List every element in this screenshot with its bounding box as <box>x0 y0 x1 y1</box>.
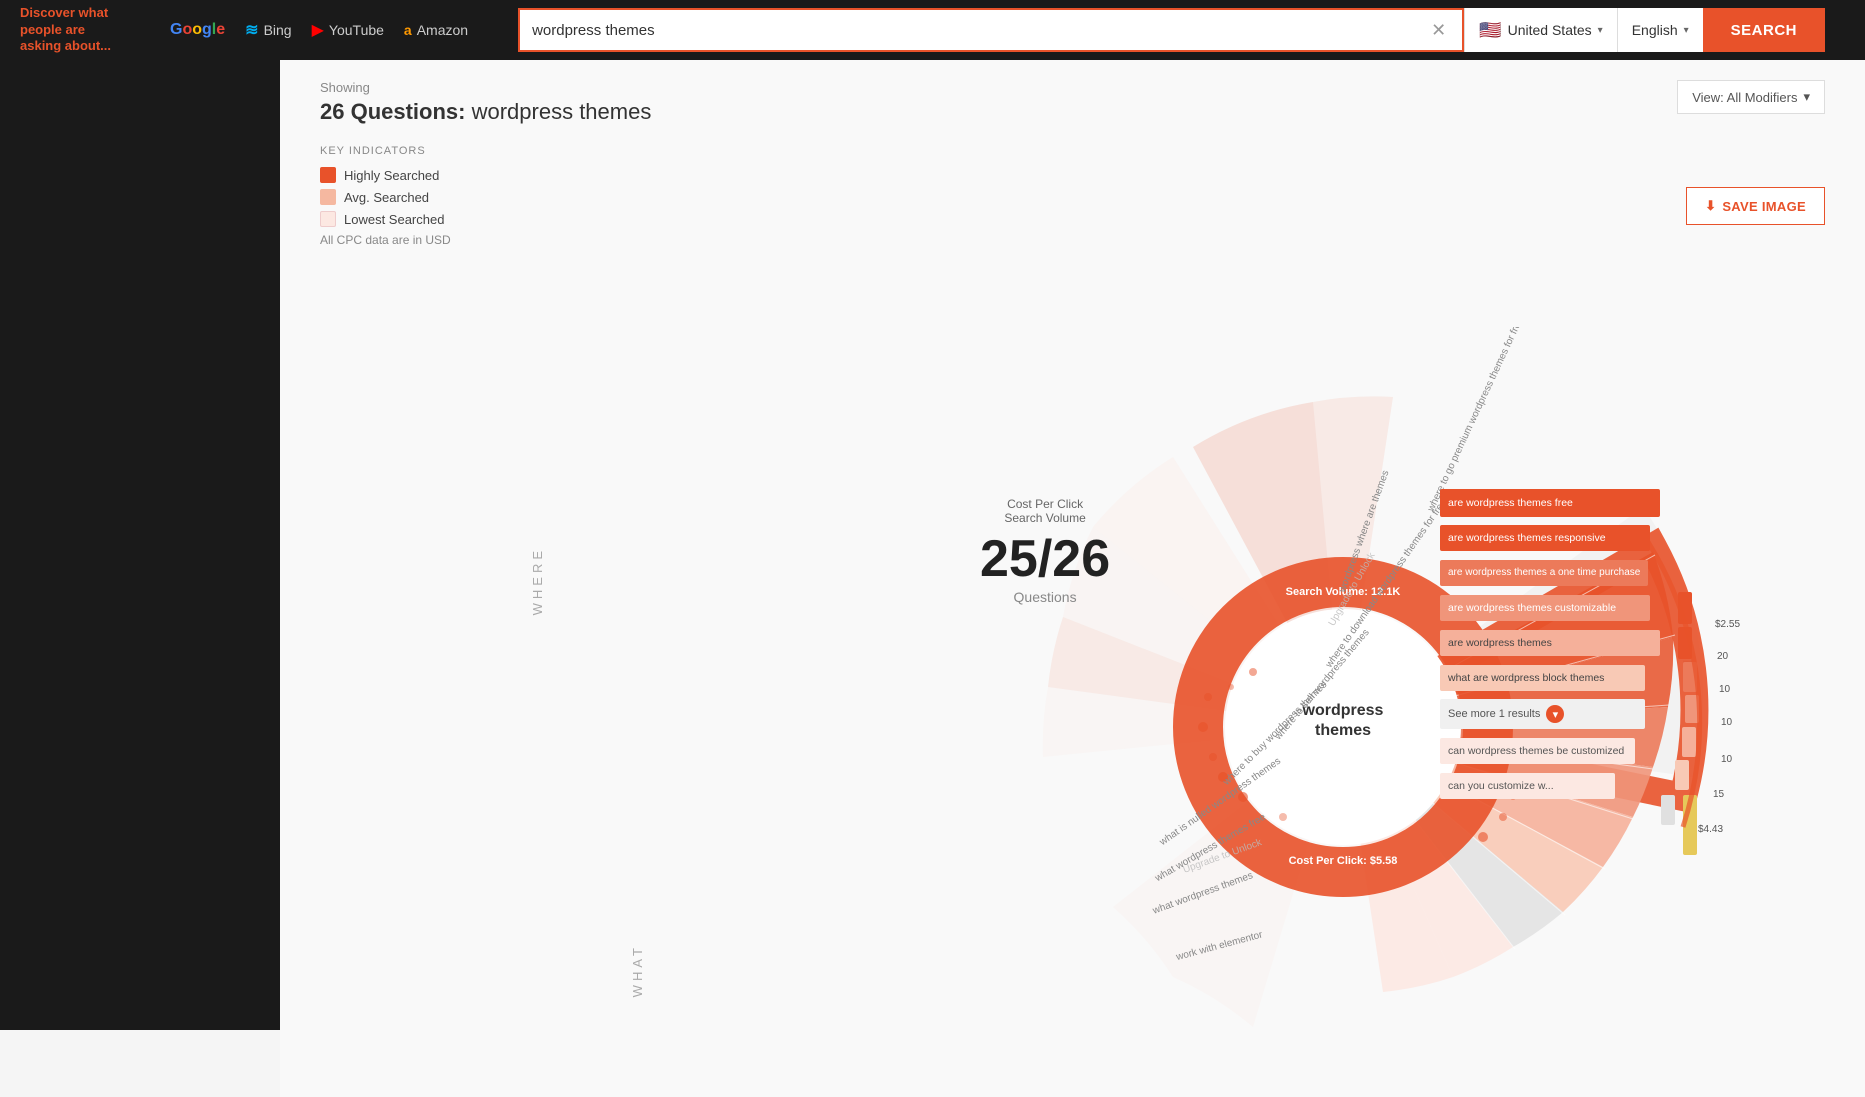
amazon-label: Amazon <box>417 22 468 38</box>
item-bar-0: are wordpress themes free <box>1440 489 1660 517</box>
query-text: wordpress themes <box>465 99 651 124</box>
sidebar <box>0 60 280 1030</box>
item-bar-4: are wordpress themes <box>1440 630 1660 656</box>
item-bar-3: are wordpress themes customizable <box>1440 595 1650 621</box>
lang-chevron-icon: ▾ <box>1684 25 1689 36</box>
view-modifier-label: View: All Modifiers <box>1692 90 1797 105</box>
download-icon: ⬇ <box>1705 198 1716 214</box>
svg-text:10: 10 <box>1719 684 1731 695</box>
svg-text:15: 15 <box>1713 789 1725 800</box>
item-bar-2: are wordpress themes a one time purchase <box>1440 560 1648 586</box>
viz-area: Cost Per Click Search Volume 25/26 Quest… <box>320 297 1825 1077</box>
right-labels: are wordpress themes free are wordpress … <box>1440 485 1660 803</box>
search-bar: ✕ <box>518 8 1464 52</box>
right-item-7: can you customize w... <box>1440 768 1660 803</box>
search-input[interactable] <box>532 22 1427 39</box>
nav-amazon[interactable]: a Amazon <box>404 20 468 40</box>
google-icon: Google <box>170 21 225 39</box>
nav-google[interactable]: Google <box>170 20 225 40</box>
save-image-label: SAVE IMAGE <box>1722 199 1806 214</box>
sv-label: Search Volume <box>980 511 1110 525</box>
low-indicator-icon <box>320 211 336 227</box>
see-more-label: See more 1 results <box>1448 708 1540 720</box>
content-header: Showing 26 Questions: wordpress themes V… <box>320 80 1825 125</box>
youtube-label: YouTube <box>329 22 384 38</box>
language-selector[interactable]: English ▾ <box>1617 8 1703 52</box>
ki-low-label: Lowest Searched <box>344 212 444 227</box>
what-label: WHAT <box>630 944 645 997</box>
cpc-note: All CPC data are in USD <box>320 233 451 247</box>
chart-fraction: 25/26 <box>980 533 1110 585</box>
us-flag-icon: 🇺🇸 <box>1479 20 1501 41</box>
save-image-button[interactable]: ⬇ SAVE IMAGE <box>1686 187 1825 225</box>
amazon-icon: a <box>404 22 412 38</box>
page-title: 26 Questions: wordpress themes <box>320 99 651 125</box>
brand-line1: Discover what <box>20 5 140 22</box>
see-more-icon: ▾ <box>1546 705 1564 723</box>
right-item-5: what are wordpress block themes <box>1440 660 1660 695</box>
country-chevron-icon: ▾ <box>1598 25 1603 36</box>
search-button[interactable]: SEARCH <box>1703 8 1825 52</box>
nav-links: Google ≋ Bing ▶ YouTube a Amazon <box>170 20 468 40</box>
view-modifier-button[interactable]: View: All Modifiers ▾ <box>1677 80 1825 114</box>
cpc-label: Cost Per Click <box>980 497 1110 511</box>
chart-center-labels: Cost Per Click Search Volume 25/26 Quest… <box>980 497 1110 605</box>
modifier-chevron-icon: ▾ <box>1803 89 1810 105</box>
right-item-6: can wordpress themes be customized <box>1440 733 1660 768</box>
nav-bing[interactable]: ≋ Bing <box>245 20 291 40</box>
language-label: English <box>1632 22 1678 38</box>
item-bar-5: what are wordpress block themes <box>1440 665 1645 691</box>
nav-youtube[interactable]: ▶ YouTube <box>312 20 384 40</box>
ki-title: KEY INDICATORS <box>320 145 451 157</box>
toolbar-row: KEY INDICATORS Highly Searched Avg. Sear… <box>320 145 1825 267</box>
ki-high-label: Highly Searched <box>344 168 439 183</box>
bing-icon: ≋ <box>245 20 258 40</box>
right-item-see-more[interactable]: See more 1 results ▾ <box>1440 695 1660 733</box>
bing-label: Bing <box>264 22 292 38</box>
right-item-2: are wordpress themes a one time purchase <box>1440 555 1660 590</box>
right-item-0: are wordpress themes free <box>1440 485 1660 520</box>
key-indicators: KEY INDICATORS Highly Searched Avg. Sear… <box>320 145 451 247</box>
search-area: ✕ 🇺🇸 United States ▾ English ▾ SEARCH <box>518 8 1825 52</box>
question-count: 26 Questions: <box>320 99 465 124</box>
brand-logo: Discover what people are asking about... <box>20 5 140 56</box>
brand-line2: people are <box>20 22 140 39</box>
item-bar-7: can you customize w... <box>1440 773 1615 799</box>
clear-button[interactable]: ✕ <box>1427 20 1450 41</box>
ki-avg: Avg. Searched <box>320 189 451 205</box>
svg-text:wordpress: wordpress <box>1301 702 1383 719</box>
svg-text:Cost Per Click: $5.58: Cost Per Click: $5.58 <box>1288 855 1397 867</box>
right-item-1: are wordpress themes responsive <box>1440 520 1660 555</box>
youtube-icon: ▶ <box>312 20 324 40</box>
high-indicator-icon <box>320 167 336 183</box>
country-selector[interactable]: 🇺🇸 United States ▾ <box>1464 8 1617 52</box>
svg-text:$4.43: $4.43 <box>1698 824 1723 835</box>
right-item-3: are wordpress themes customizable <box>1440 590 1660 625</box>
questions-label: Questions <box>980 589 1110 605</box>
country-label: United States <box>1508 22 1592 38</box>
see-more-button[interactable]: See more 1 results ▾ <box>1440 699 1645 729</box>
svg-text:themes: themes <box>1314 722 1370 739</box>
item-bar-6: can wordpress themes be customized <box>1440 738 1635 764</box>
page-heading: Showing 26 Questions: wordpress themes <box>320 80 651 125</box>
brand-line3: asking about... <box>20 38 140 55</box>
svg-text:10: 10 <box>1721 717 1733 728</box>
right-item-4: are wordpress themes <box>1440 625 1660 660</box>
ki-high: Highly Searched <box>320 167 451 183</box>
main-content: Showing 26 Questions: wordpress themes V… <box>280 60 1865 1097</box>
svg-text:20: 20 <box>1717 651 1729 662</box>
ki-avg-label: Avg. Searched <box>344 190 429 205</box>
showing-label: Showing <box>320 80 651 95</box>
svg-text:$2.55: $2.55 <box>1715 619 1740 630</box>
avg-indicator-icon <box>320 189 336 205</box>
svg-text:10: 10 <box>1721 754 1733 765</box>
where-label: WHERE <box>530 547 545 615</box>
item-bar-1: are wordpress themes responsive <box>1440 525 1650 551</box>
brand-asking: asking <box>20 38 61 53</box>
top-nav: Discover what people are asking about...… <box>0 0 1865 60</box>
ki-low: Lowest Searched <box>320 211 451 227</box>
